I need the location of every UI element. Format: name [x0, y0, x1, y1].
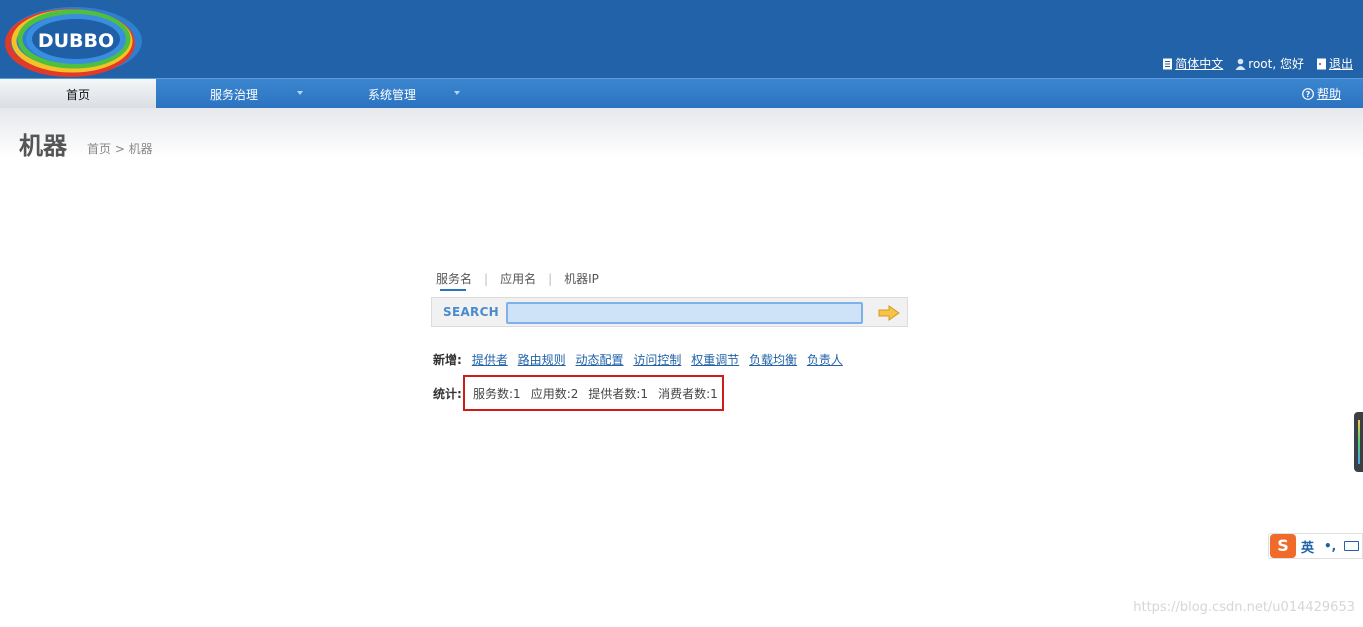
logout-link[interactable]: 退出: [1329, 55, 1353, 72]
tab-machine-ip[interactable]: 机器IP: [564, 270, 599, 287]
language-link[interactable]: 简体中文: [1175, 55, 1223, 72]
logout[interactable]: 退出: [1316, 55, 1353, 72]
help-icon: ?: [1302, 88, 1314, 100]
chevron-down-icon[interactable]: [297, 91, 303, 95]
add-dynamic-config-link[interactable]: 动态配置: [576, 353, 624, 367]
nav-service-governance[interactable]: 服务治理: [210, 79, 258, 109]
stats-values: 服务数:1 应用数:2 提供者数:1 消费者数:1: [473, 385, 718, 402]
language-switch[interactable]: 简体中文: [1162, 55, 1223, 72]
ime-toolbar[interactable]: S 英 •,: [1268, 533, 1363, 559]
search-input[interactable]: [506, 302, 863, 324]
breadcrumb: 首页 > 机器: [87, 142, 153, 156]
side-widget-bar: [1358, 420, 1360, 464]
logo-text: DUBBO: [38, 30, 114, 52]
stat-service-count: 服务数:1: [473, 387, 521, 401]
tab-service-name[interactable]: 服务名: [436, 270, 472, 291]
watermark: https://blog.csdn.net/u014429653: [1133, 600, 1355, 615]
keyboard-icon[interactable]: [1344, 541, 1360, 551]
add-access-control-link[interactable]: 访问控制: [633, 353, 681, 367]
stats-label: 统计:: [433, 387, 462, 401]
logout-icon: [1316, 58, 1326, 69]
add-weight-link[interactable]: 权重调节: [691, 353, 739, 367]
nav-service-governance-label: 服务治理: [210, 88, 259, 102]
add-route-rule-link[interactable]: 路由规则: [518, 353, 566, 367]
add-row: 新增: 提供者 路由规则 动态配置 访问控制 权重调节 负载均衡 负责人: [433, 351, 849, 368]
add-owner-link[interactable]: 负责人: [807, 353, 843, 367]
search-tabs: 服务名 | 应用名 | 机器IP: [436, 270, 599, 291]
page-title: 机器: [19, 132, 67, 160]
search-bar: SEARCH: [431, 297, 908, 327]
user-icon: [1235, 58, 1246, 70]
dubbo-logo[interactable]: DUBBO: [2, 3, 144, 77]
help[interactable]: ? 帮助: [1302, 79, 1341, 109]
stat-consumer-count: 消费者数:1: [658, 387, 718, 401]
tab-divider: |: [548, 271, 553, 286]
user-links: 简体中文 root, 您好 退出: [1162, 55, 1353, 72]
stat-application-count: 应用数:2: [530, 387, 579, 401]
help-link[interactable]: 帮助: [1317, 78, 1341, 110]
add-label: 新增:: [433, 353, 462, 367]
top-header: DUBBO 简体中文 root, 您好 退出: [0, 0, 1363, 78]
chevron-down-icon[interactable]: [454, 91, 460, 95]
add-links: 提供者 路由规则 动态配置 访问控制 权重调节 负载均衡 负责人: [472, 351, 849, 368]
user-greeting: root, 您好: [1248, 57, 1304, 71]
svg-text:?: ?: [1306, 90, 1311, 99]
ime-logo-icon[interactable]: S: [1270, 534, 1296, 558]
nav-system-management[interactable]: 系统管理: [368, 79, 416, 109]
document-icon: [1163, 58, 1173, 69]
main-nav: 首页 服务治理 系统管理 ? 帮助: [0, 78, 1363, 109]
arrow-right-icon[interactable]: [878, 305, 900, 321]
tab-application-name[interactable]: 应用名: [500, 270, 536, 287]
ime-punctuation-toggle[interactable]: •,: [1324, 539, 1336, 553]
add-provider-link[interactable]: 提供者: [472, 353, 508, 367]
search-label: SEARCH: [443, 305, 500, 319]
add-load-balance-link[interactable]: 负载均衡: [749, 353, 797, 367]
nav-home[interactable]: 首页: [0, 79, 156, 109]
tab-divider: |: [484, 271, 489, 286]
nav-system-management-label: 系统管理: [368, 88, 417, 102]
stat-provider-count: 提供者数:1: [588, 387, 649, 401]
user-info: root, 您好: [1235, 55, 1304, 72]
ime-language-toggle[interactable]: 英: [1301, 537, 1314, 556]
title-band: [0, 108, 1363, 158]
side-widget-handle[interactable]: [1354, 412, 1363, 472]
